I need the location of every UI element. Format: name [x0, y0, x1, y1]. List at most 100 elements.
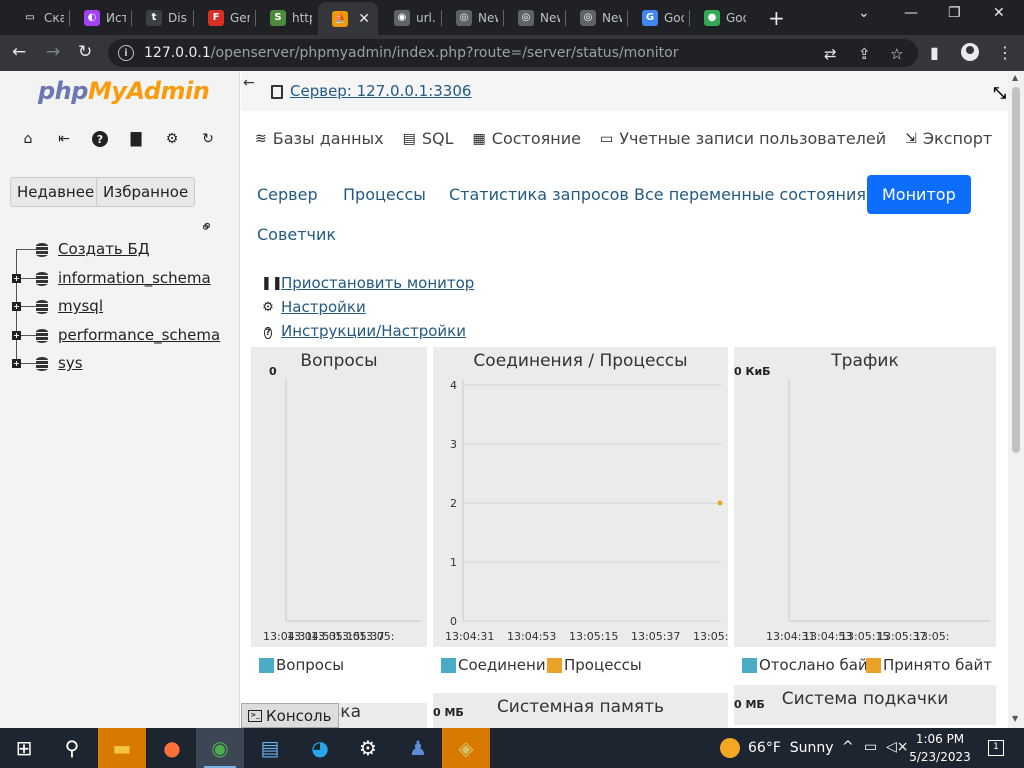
clock[interactable]: 1:06 PM 5/23/2023: [908, 730, 972, 766]
browser-tab[interactable]: ◎ New: [442, 4, 498, 31]
new-tab-button[interactable]: +: [768, 6, 785, 30]
translate-icon[interactable]: ⇄: [824, 45, 837, 63]
y-tick-label: 2: [450, 497, 457, 510]
browser-tab[interactable]: ◎ New: [504, 4, 560, 31]
close-icon[interactable]: ⤡: [993, 83, 1006, 103]
chart-panel: Вопросы 0 13:04:31 13:04:53 13:05:15 13:05:37…: [251, 347, 427, 674]
page-scrollbar[interactable]: ▲ ▼: [1008, 71, 1024, 728]
open-server-icon[interactable]: ◈: [442, 728, 490, 768]
expand-icon[interactable]: +: [12, 359, 21, 368]
database-label[interactable]: sys: [58, 354, 83, 372]
notepad-icon[interactable]: ▤: [246, 728, 294, 768]
console-button[interactable]: >_ Консоль: [241, 703, 339, 728]
edge-icon[interactable]: ◕: [296, 728, 344, 768]
reload-navigation-icon[interactable]: ↻: [200, 131, 216, 147]
menu-icon[interactable]: ⋮: [997, 43, 1013, 62]
favorite-tables-button[interactable]: Избранное: [96, 177, 196, 207]
expand-icon[interactable]: +: [12, 302, 21, 311]
weather-text[interactable]: 66°F Sunny: [748, 740, 834, 756]
notifications-icon[interactable]: 1: [988, 740, 1004, 756]
top-menu: ≋ Базы данных ▤ SQL ▦ Состояние ▭ Учетные запис…: [255, 129, 1024, 148]
scrollbar-thumb[interactable]: [1012, 87, 1020, 453]
topnav-item-sql[interactable]: ▤ SQL: [403, 129, 454, 148]
server-link[interactable]: Сервер: 127.0.0.1:3306: [290, 82, 471, 100]
browser-tab[interactable]: t Disp: [132, 4, 188, 31]
database-item[interactable]: + performance_schema: [8, 321, 236, 350]
firefox-icon[interactable]: ●: [148, 728, 196, 768]
share-icon[interactable]: ⇪: [858, 45, 871, 63]
maximize-icon[interactable]: ❐: [948, 5, 961, 21]
back-icon[interactable]: ←: [12, 42, 26, 62]
expand-icon[interactable]: +: [12, 273, 21, 283]
legend-label: Процессы: [564, 656, 642, 674]
database-label[interactable]: Создать БД: [58, 240, 150, 258]
settings-icon[interactable]: ⚙: [344, 728, 392, 768]
database-label[interactable]: information_schema: [58, 269, 211, 287]
close-window-icon[interactable]: ✕: [993, 5, 1005, 21]
pause-monitor-link[interactable]: Приостановить монитор: [281, 274, 474, 292]
database-item[interactable]: + information_schema: [8, 264, 236, 293]
database-label[interactable]: performance_schema: [58, 326, 220, 344]
browser-tab[interactable]: ◎ New: [566, 4, 622, 31]
collapse-sidebar-icon[interactable]: ←: [243, 75, 255, 91]
topnav-item-users[interactable]: ▭ Учетные записи пользователей: [600, 129, 886, 148]
phpmyadmin-logo[interactable]: phpMyAdmin: [38, 77, 210, 105]
help-icon[interactable]: ?: [92, 131, 108, 147]
documentation-icon[interactable]: ▇: [128, 131, 144, 147]
network-icon[interactable]: ▭: [864, 739, 877, 755]
teams-icon[interactable]: ♟: [394, 728, 442, 768]
home-icon[interactable]: ⌂: [20, 131, 36, 147]
browser-tab[interactable]: ● Goo: [690, 4, 746, 31]
instructions-link[interactable]: Инструкции/Настройки: [281, 322, 466, 340]
site-info-icon[interactable]: i: [118, 45, 134, 61]
expand-icon[interactable]: +: [12, 330, 21, 340]
scroll-down-icon[interactable]: ▼: [1012, 714, 1018, 723]
topnav-item-db[interactable]: ≋ Базы данных: [255, 129, 384, 148]
reload-icon[interactable]: ↻: [78, 42, 92, 62]
start-icon[interactable]: ⊞: [0, 728, 48, 768]
browser-tab[interactable]: ◉ url.h: [380, 4, 436, 31]
gear-icon[interactable]: ⚙: [164, 131, 180, 147]
address-bar[interactable]: i 127.0.0.1/openserver/phpmyadmin/index.…: [108, 39, 918, 67]
subnav-item[interactable]: Сервер: [257, 185, 318, 204]
gear-icon: ⚙: [262, 299, 274, 315]
forward-icon[interactable]: →: [46, 42, 60, 62]
browser-tab[interactable]: ▭ Скач: [8, 4, 64, 31]
browser-tab[interactable]: ◐ Исто: [70, 4, 126, 31]
chart-panel: Система подкачки 0 МБ: [734, 685, 996, 725]
database-label[interactable]: mysql: [58, 297, 103, 315]
tab-close-icon[interactable]: ✕: [358, 11, 370, 27]
legend-label: Отослано байт: [759, 656, 877, 674]
database-item[interactable]: + sys: [8, 349, 236, 378]
scroll-up-icon[interactable]: ▲: [1012, 73, 1018, 82]
database-item[interactable]: + mysql: [8, 292, 236, 321]
browser-tab[interactable]: F Gen: [194, 4, 250, 31]
browser-tab[interactable]: ⛵ ✕: [318, 2, 378, 35]
y-max-label: 0 МБ: [734, 698, 765, 711]
minimize-icon[interactable]: —: [904, 5, 918, 21]
bookmark-star-icon[interactable]: ☆: [890, 45, 903, 63]
subnav-item[interactable]: Статистика запросов: [449, 185, 629, 204]
subnav-item[interactable]: Советчик: [257, 225, 336, 244]
search-icon[interactable]: ⚲: [48, 728, 96, 768]
subnav-item[interactable]: Процессы: [343, 185, 426, 204]
tab-search-icon[interactable]: ⌄: [858, 5, 870, 21]
topnav-item-status[interactable]: ▦ Состояние: [473, 129, 581, 148]
chrome-icon[interactable]: ◉: [196, 728, 244, 768]
profile-icon[interactable]: [961, 43, 979, 65]
chart-panel: Системная память 0 МБ: [433, 693, 728, 728]
topnav-item-export[interactable]: ⇲ Экспорт: [905, 129, 992, 148]
browser-tab[interactable]: Shttp: [256, 4, 312, 31]
file-explorer-icon[interactable]: ▬: [98, 728, 146, 768]
monitor-settings-link[interactable]: Настройки: [281, 298, 366, 316]
recent-tables-button[interactable]: Недавнее: [10, 177, 102, 207]
create-database-item[interactable]: Создать БД: [8, 235, 236, 264]
logout-icon[interactable]: ⇤: [56, 131, 72, 147]
volume-muted-icon[interactable]: ◁×: [886, 739, 909, 755]
chevron-up-icon[interactable]: ^: [842, 739, 854, 755]
subnav-item[interactable]: Монитор: [867, 175, 971, 214]
help-icon: ?: [264, 326, 272, 339]
browser-tab[interactable]: G Goo: [628, 4, 684, 31]
side-panel-icon[interactable]: ▮: [930, 43, 939, 62]
subnav-item[interactable]: Все переменные состояния: [634, 185, 866, 204]
